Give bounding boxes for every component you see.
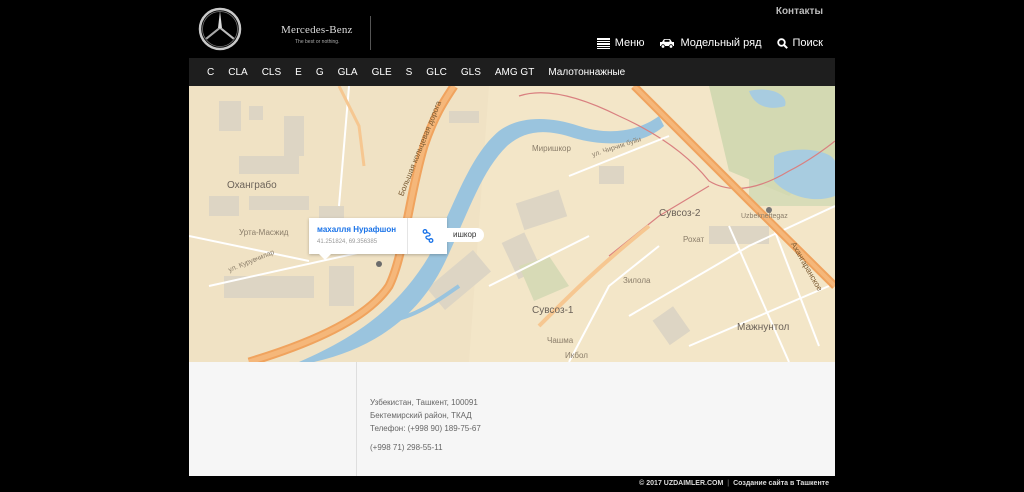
map-label-suvsoz2: Сувсоз-2 [659,208,701,219]
model-link-glc[interactable]: GLC [426,67,447,78]
map-label-okhangrabo: Оханграбо [227,180,277,191]
model-link-cla[interactable]: CLA [228,67,247,78]
info-sidebar [189,362,357,476]
map-label-uzbekneftegaz: Uzbekneftegaz [741,213,788,220]
map-label-ikbol: Икбол [565,351,588,360]
content-container: Mercedes-Benz The best or nothing. Конта… [189,0,835,492]
model-link-amg-gt[interactable]: AMG GT [495,67,534,78]
location-popup[interactable]: махалля Нурафшон 41.251824, 69.356385 [309,218,447,254]
map-label-majnuntol: Мажнунтол [737,322,790,333]
model-link-gla[interactable]: GLA [338,67,358,78]
page: Mercedes-Benz The best or nothing. Конта… [0,0,1024,492]
brand-tagline: The best or nothing. [295,39,340,45]
model-link-light-trucks[interactable]: Малотоннажные [548,67,625,78]
map-label-mirishkor: Миришкор [532,144,571,153]
footer-text: © 2017 UZDAIMLER.COM | Создание сайта в Та… [639,480,829,487]
popup-pointer [319,254,331,260]
route-button[interactable] [407,218,447,254]
search-icon [776,37,788,49]
brand-wordmark[interactable]: Mercedes-Benz The best or nothing. [281,16,371,50]
map-label-zilola: Зилола [623,276,651,285]
model-link-e[interactable]: E [295,67,302,78]
site-footer: © 2017 UZDAIMLER.COM | Создание сайта в Та… [189,476,835,492]
address-block: Узбекистан, Ташкент, 100091 Бектемирский… [370,396,481,454]
mercedes-star-icon[interactable] [198,7,242,51]
contacts-link[interactable]: Контакты [776,6,823,17]
route-icon [422,229,433,243]
car-icon [660,38,675,49]
model-link-s[interactable]: S [406,67,413,78]
map-canvas[interactable] [189,86,835,362]
map-label-suvsoz1: Сувсоз-1 [532,305,574,316]
brand-name: Mercedes-Benz [281,24,353,36]
model-link-cls[interactable]: CLS [262,67,281,78]
models-label: Модельный ряд [680,37,762,49]
phone-primary[interactable]: Телефон: (+998 90) 189-75-67 [370,422,481,435]
map-label-rohat: Рохат [683,235,705,244]
header-actions: Меню Модельный ряд Поиск [596,37,823,49]
menu-label: Меню [614,37,645,49]
models-button[interactable]: Модельный ряд [659,37,762,49]
footer-separator: | [727,480,730,487]
popup-title[interactable]: махалля Нурафшон [317,225,396,234]
site-header: Mercedes-Benz The best or nothing. Конта… [189,0,835,58]
address-line-2: Бектемирский район, ТКАД [370,411,472,420]
model-link-c[interactable]: C [207,67,214,78]
popup-coordinates: 41.251824, 69.356385 [317,239,378,245]
site-credit-link[interactable]: Создание сайта в Ташкенте [733,480,829,487]
search-label: Поиск [792,37,823,49]
map-label-urta-masjid: Урта-Масжид [239,228,289,237]
model-nav: C CLA CLS E G GLA GLE S GLC GLS AMG GT М… [189,58,835,86]
hamburger-icon [596,37,610,49]
model-link-gls[interactable]: GLS [461,67,481,78]
contact-info: Узбекистан, Ташкент, 100091 Бектемирский… [189,362,835,476]
address-line-1: Узбекистан, Ташкент, 100091 [370,398,478,407]
model-link-gle[interactable]: GLE [372,67,392,78]
map-place-chip[interactable]: ишкор [447,228,485,242]
map-label-chashma: Чашма [547,336,574,345]
copyright[interactable]: © 2017 UZDAIMLER.COM [639,480,723,487]
model-link-g[interactable]: G [316,67,324,78]
location-map[interactable]: Оханграбо Миришкор Сувсоз-1 Сувсоз-2 Маж… [189,86,835,362]
phone-secondary[interactable]: (+998 71) 298-55-11 [370,441,481,454]
menu-button[interactable]: Меню [596,37,645,49]
search-button[interactable]: Поиск [776,37,823,49]
